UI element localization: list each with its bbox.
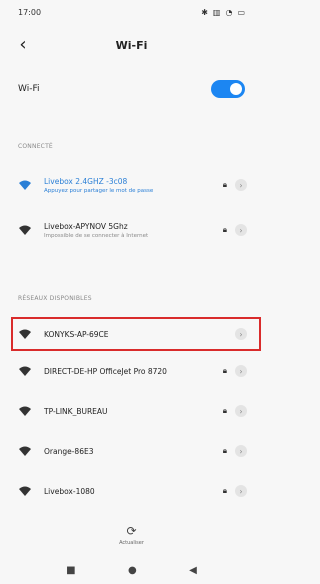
network-item[interactable]: DIRECT-DE-HP OfficeJet Pro 8720 🔒︎ ›	[10, 353, 253, 389]
network-name: Livebox-APYNOV 5Ghz	[44, 221, 128, 231]
network-details-button[interactable]: ›	[235, 179, 247, 191]
status-icons: ✱ ▥ ◔ ▭	[201, 8, 245, 17]
network-details-button[interactable]: ›	[235, 445, 247, 457]
network-name: Livebox-1080	[44, 486, 95, 496]
wifi-signal-icon	[19, 406, 31, 416]
battery-icon: ▭	[237, 7, 245, 17]
recents-icon[interactable]: ■	[66, 565, 75, 576]
lock-icon: 🔒︎	[222, 406, 227, 415]
refresh-label: Actualiser	[119, 540, 144, 546]
status-time: 17:00	[18, 7, 42, 17]
wifi-signal-icon	[19, 366, 31, 376]
wifi-icon: ◔	[225, 7, 233, 17]
network-name: TP-LINK_BUREAU	[44, 406, 108, 416]
home-icon[interactable]: ●	[128, 565, 137, 576]
network-name: Orange-86E3	[44, 446, 94, 456]
wifi-label: Wi-Fi	[18, 84, 40, 94]
lock-icon: 🔒︎	[222, 486, 227, 495]
wifi-signal-icon	[19, 225, 31, 235]
network-item[interactable]: Orange-86E3 🔒︎ ›	[10, 433, 253, 469]
wifi-toggle-row[interactable]: Wi-Fi	[18, 76, 245, 102]
lock-icon: 🔒︎	[222, 180, 227, 189]
lock-icon: 🔒︎	[222, 446, 227, 455]
back-nav-icon[interactable]: ◀	[189, 565, 197, 576]
wifi-signal-icon	[19, 486, 31, 496]
network-details-button[interactable]: ›	[235, 405, 247, 417]
back-icon[interactable]: ‹	[14, 36, 32, 54]
wifi-signal-icon	[19, 446, 31, 456]
refresh-icon: ⟳	[126, 524, 137, 538]
section-available-label: RÉSEAUX DISPONIBLES	[18, 295, 92, 302]
lock-icon: 🔒︎	[222, 366, 227, 375]
network-item[interactable]: Livebox 2.4GHZ -3c08 Appuyez pour partag…	[10, 167, 253, 203]
network-status: Impossible de se connecter à Internet	[44, 232, 149, 239]
network-name: Livebox 2.4GHZ -3c08	[44, 176, 128, 186]
network-details-button[interactable]: ›	[235, 224, 247, 236]
network-details-button[interactable]: ›	[235, 485, 247, 497]
network-item[interactable]: Livebox-1080 🔒︎ ›	[10, 473, 253, 509]
wifi-toggle[interactable]	[211, 80, 245, 98]
refresh-button[interactable]: ⟳ Actualiser	[0, 520, 263, 550]
status-bar: 17:00 ✱ ▥ ◔ ▭	[0, 0, 263, 24]
network-name: DIRECT-DE-HP OfficeJet Pro 8720	[44, 366, 167, 376]
wifi-signal-icon	[19, 180, 31, 190]
bluetooth-icon: ✱	[201, 7, 208, 17]
network-status: Appuyez pour partager le mot de passe	[44, 187, 154, 194]
network-details-button[interactable]: ›	[235, 365, 247, 377]
signal-icon: ▥	[212, 7, 221, 17]
section-connected-label: CONNECTÉ	[18, 143, 53, 150]
system-nav-bar: ■ ● ◀	[0, 560, 263, 580]
page-title: Wi-Fi	[115, 38, 148, 52]
lock-icon: 🔒︎	[222, 225, 227, 234]
highlight-box	[11, 317, 261, 351]
header: ‹ Wi-Fi	[0, 30, 263, 60]
network-item[interactable]: TP-LINK_BUREAU 🔒︎ ›	[10, 393, 253, 429]
network-item[interactable]: Livebox-APYNOV 5Ghz Impossible de se con…	[10, 212, 253, 248]
